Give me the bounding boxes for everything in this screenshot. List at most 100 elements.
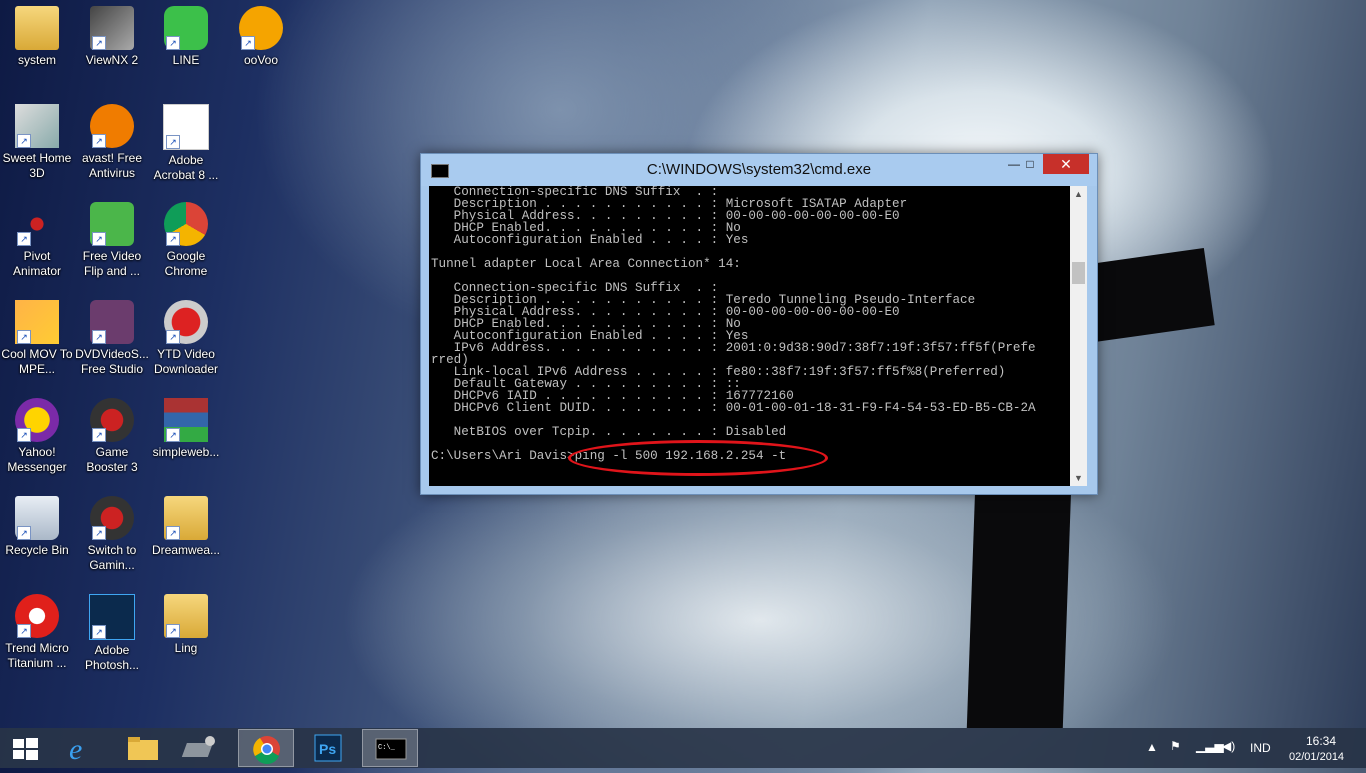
shortcut-arrow-icon: ↗ [92,428,106,442]
shortcut-arrow-icon: ↗ [17,330,31,344]
taskbar-cmd[interactable]: C:\_ [362,729,418,767]
desktop-icon-label: Cool MOV To MPE... [1,347,73,376]
desktop-icon-label: Sweet Home 3D [2,151,72,180]
taskbar-file-explorer[interactable] [114,729,170,767]
desktop-icon[interactable]: ↗ Google Chrome [149,202,223,279]
desktop-icon-label: Switch to Gamin... [87,543,137,572]
svg-text:Ps: Ps [319,741,336,757]
desktop-icon[interactable]: ↗ ViewNX 2 [75,6,149,68]
taskbar-chrome[interactable] [238,729,294,767]
desktop-icon-label: Dreamwea... [151,543,221,557]
line-icon: ↗ [164,6,208,50]
taskbar-control-panel[interactable] [176,729,232,767]
desktop-icon[interactable]: ↗ Sweet Home 3D [0,104,74,181]
desktop-icon[interactable]: ↗ Trend Micro Titanium ... [0,594,74,671]
tray-time[interactable]: 16:34 [1306,734,1336,748]
file-explorer-icon [128,737,158,760]
folder-icon: ↗ [164,594,208,638]
shortcut-arrow-icon: ↗ [92,625,106,639]
folder-icon [15,6,59,50]
desktop-icon[interactable]: ↗ Adobe Acrobat 8 ... [149,104,223,183]
taskbar-internet-explorer[interactable]: e [54,729,110,767]
cmd-titlebar[interactable]: C:\WINDOWS\system32\cmd.exe — □ ✕ [421,154,1097,186]
desktop-icon[interactable]: ↗ Ling [149,594,223,656]
shortcut-arrow-icon: ↗ [166,135,180,149]
shortcut-arrow-icon: ↗ [17,232,31,246]
desktop-icon-label: Pivot Animator [12,249,62,278]
desktop-icon[interactable]: ↗ Recycle Bin [0,496,74,558]
desktop-icon-label: YTD Video Downloader [153,347,219,376]
desktop-icon[interactable]: ↗ YTD Video Downloader [149,300,223,377]
desktop-icon-label: Recycle Bin [5,543,69,557]
shortcut-arrow-icon: ↗ [92,232,106,246]
shortcut-arrow-icon: ↗ [92,330,106,344]
cmd-icon: C:\_ [375,738,407,760]
viewnx-icon: ↗ [90,6,134,50]
svg-text:C:\_: C:\_ [378,744,396,752]
shortcut-arrow-icon: ↗ [17,134,31,148]
desktop-icon[interactable]: ↗ LINE [149,6,223,68]
desktop-icon[interactable]: ↗ Cool MOV To MPE... [0,300,74,377]
windows-logo-icon [13,738,38,760]
video-flip-icon: ↗ [90,202,134,246]
yahoo-messenger-icon: ↗ [15,398,59,442]
desktop-icon[interactable]: ↗ Switch to Gamin... [75,496,149,573]
recycle-bin-icon: ↗ [15,496,59,540]
internet-explorer-icon: e [69,733,82,766]
scroll-down-icon[interactable]: ▼ [1070,470,1087,486]
desktop-icon[interactable]: ↗ Free Video Flip and ... [75,202,149,279]
desktop-icon[interactable]: ↗ simpleweb... [149,398,223,460]
photoshop-icon: ↗ [89,594,135,640]
tray-volume-icon[interactable]: ◀) [1222,739,1235,753]
desktop-icon[interactable]: ↗ ooVoo [224,6,298,68]
console-text: Connection-specific DNS Suffix . : Descr… [431,186,1036,463]
ytd-icon: ↗ [164,300,208,344]
tray-language[interactable]: IND [1250,741,1271,755]
desktop-icon[interactable]: ↗ Pivot Animator [0,202,74,279]
winrar-icon: ↗ [164,398,208,442]
tray-flag-icon[interactable]: ⚑ [1170,739,1181,753]
desktop-icon-label: system [17,53,56,67]
shortcut-arrow-icon: ↗ [166,330,180,344]
desktop-icon-label: ViewNX 2 [85,53,139,67]
desktop-icon-label: DVDVideoS... Free Studio [75,347,149,376]
shortcut-arrow-icon: ↗ [92,36,106,50]
desktop-icon[interactable]: ↗ avast! Free Antivirus [75,104,149,181]
tray-chevron-icon[interactable]: ▲ [1146,740,1158,754]
desktop-icon[interactable]: ↗ Yahoo! Messenger [0,398,74,475]
desktop-icon[interactable]: ↗ DVDVideoS... Free Studio [75,300,149,377]
shortcut-arrow-icon: ↗ [166,624,180,638]
trend-micro-icon: ↗ [15,594,59,638]
close-button[interactable]: ✕ [1043,154,1089,174]
maximize-button[interactable]: □ [1017,154,1043,174]
desktop-icon-label: ooVoo [243,53,279,67]
folder-icon: ↗ [164,496,208,540]
highlight-annotation-oval [568,440,828,476]
desktop-icon[interactable]: ↗ Dreamwea... [149,496,223,558]
scrollbar-thumb[interactable] [1072,262,1085,284]
desktop-icon-label: simpleweb... [152,445,220,459]
tray-signal-icon[interactable]: ▁▃▅ [1196,739,1224,753]
desktop-icon-label: Adobe Photosh... [84,643,140,672]
desktop-icon[interactable]: system [0,6,74,68]
desktop-icon-label: Adobe Acrobat 8 ... [153,153,219,182]
shortcut-arrow-icon: ↗ [92,526,106,540]
start-button[interactable] [0,729,50,767]
tray-date[interactable]: 02/01/2014 [1289,751,1344,763]
free-studio-icon: ↗ [90,300,134,344]
acrobat-icon: ↗ [163,104,209,150]
shortcut-arrow-icon: ↗ [166,232,180,246]
taskbar-photoshop[interactable]: Ps [300,729,356,767]
scroll-up-icon[interactable]: ▲ [1070,186,1087,202]
pivot-icon: ↗ [15,202,59,246]
shortcut-arrow-icon: ↗ [17,526,31,540]
taskbar: e Ps C:\_ ▲ ⚑ ▁▃▅ ◀) IND 16:34 02/01/201… [0,728,1366,768]
svg-text:e: e [69,733,82,766]
desktop-icon-label: Trend Micro Titanium ... [5,641,69,670]
control-panel-icon [181,736,215,757]
desktop-icon-label: LINE [172,53,200,67]
desktop-icon[interactable]: ↗ Game Booster 3 [75,398,149,475]
vertical-scrollbar[interactable]: ▲ ▼ [1070,186,1087,486]
desktop-icon[interactable]: ↗ Adobe Photosh... [75,594,149,673]
switch-gaming-icon: ↗ [90,496,134,540]
